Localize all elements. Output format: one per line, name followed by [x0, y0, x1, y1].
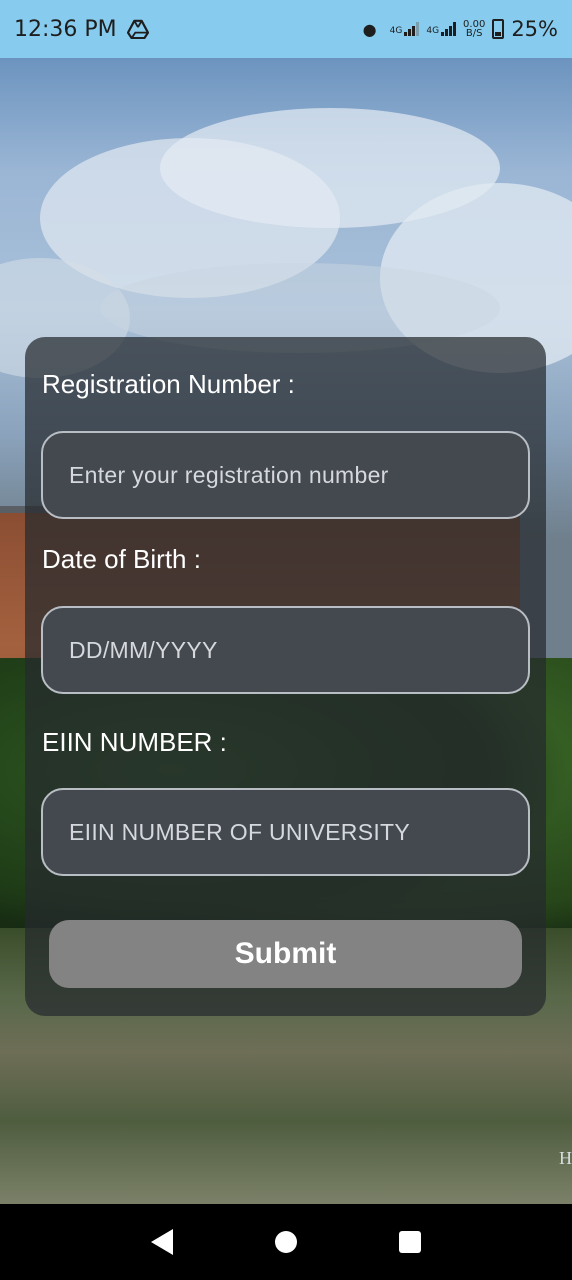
- eiin-input[interactable]: [69, 818, 528, 846]
- battery-icon: [492, 19, 505, 39]
- eiin-field[interactable]: [41, 788, 530, 876]
- navigation-bar: [0, 1204, 572, 1280]
- dob-field[interactable]: [41, 606, 530, 694]
- network-type-1: 4G: [389, 26, 403, 36]
- dob-input[interactable]: [69, 636, 528, 664]
- home-icon[interactable]: [275, 1231, 297, 1253]
- status-bar: 12:36 PM ● 4G 4G 0.00 B/S 25%: [0, 0, 572, 58]
- dob-label: Date of Birth :: [42, 544, 201, 574]
- registration-input[interactable]: [69, 461, 528, 489]
- signal-icon: 4G: [390, 22, 420, 36]
- signal-icon: 4G: [426, 22, 457, 36]
- registration-label: Registration Number :: [42, 369, 295, 399]
- battery-percent: 25%: [511, 17, 558, 41]
- drive-icon: [126, 19, 149, 39]
- submit-button[interactable]: Submit: [49, 920, 522, 988]
- registration-field[interactable]: [41, 431, 530, 519]
- net-speed: 0.00 B/S: [463, 20, 485, 39]
- back-icon[interactable]: [151, 1229, 173, 1255]
- dot-icon: ●: [362, 19, 377, 39]
- network-type-2: 4G: [426, 26, 440, 36]
- net-speed-unit: B/S: [465, 28, 483, 39]
- status-time: 12:36 PM: [14, 16, 117, 42]
- eiin-label: EIIN NUMBER :: [42, 727, 227, 757]
- status-indicators: ● 4G 4G 0.00 B/S 25%: [363, 17, 558, 41]
- edge-text: H: [559, 1148, 572, 1168]
- recents-icon[interactable]: [399, 1231, 421, 1253]
